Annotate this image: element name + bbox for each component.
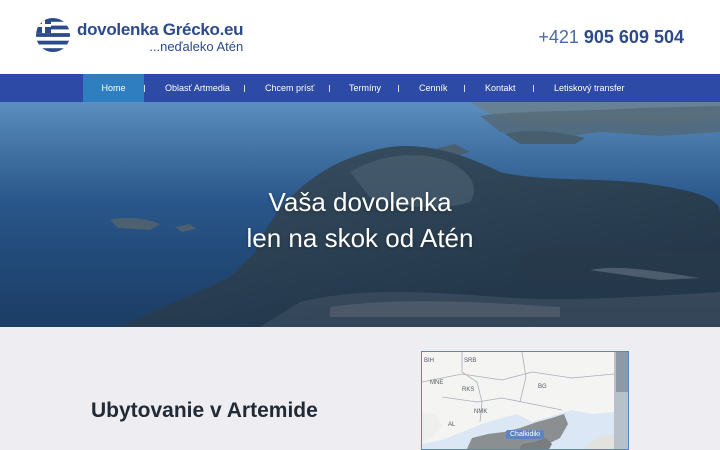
nav-item-letiskovy-transfer[interactable]: Letiskový transfer bbox=[554, 74, 625, 102]
map-region-badge: Chalkidiki bbox=[506, 430, 544, 439]
nav-item-cennik[interactable]: Cenník bbox=[419, 74, 448, 102]
map-label: MNE bbox=[430, 380, 444, 386]
nav-item-chcem-prist[interactable]: Chcem prísť bbox=[265, 74, 314, 102]
phone-number: 905 609 504 bbox=[583, 27, 684, 47]
section-title: Ubytovanie v Artemide bbox=[91, 399, 318, 422]
logo-tagline: ...neďaleko Atén bbox=[149, 39, 244, 54]
nav-item-oblast-artmedia[interactable]: Oblasť Artmedia bbox=[165, 74, 230, 102]
nav-separator bbox=[144, 85, 145, 92]
hero-heading-line2: len na skok od Atén bbox=[246, 223, 474, 253]
map-label: BIH bbox=[424, 358, 435, 364]
nav-item-home[interactable]: Home bbox=[83, 74, 144, 102]
map-label: SRB bbox=[464, 358, 477, 364]
phone-link[interactable]: +421 905 609 504 bbox=[538, 27, 684, 48]
nav-separator bbox=[464, 85, 465, 92]
nav-item-kontakt[interactable]: Kontakt bbox=[485, 74, 516, 102]
hero-banner: Vaša dovolenka len na skok od Atén bbox=[0, 102, 720, 327]
greek-flag-icon bbox=[36, 18, 70, 52]
logo-title: dovolenka Grécko.eu bbox=[77, 20, 244, 39]
nav-separator bbox=[329, 85, 330, 92]
site-logo[interactable]: dovolenka Grécko.eu ...neďaleko Atén bbox=[36, 18, 244, 54]
hero-heading-line1: Vaša dovolenka bbox=[268, 187, 452, 217]
region-map[interactable]: BIH SRB MNE RKS BG AL NMK Chalkidiki bbox=[421, 351, 629, 450]
hero-heading: Vaša dovolenka len na skok od Atén bbox=[0, 184, 720, 256]
main-nav: Home Oblasť Artmedia Chcem prísť Termíny… bbox=[0, 74, 720, 102]
nav-separator bbox=[533, 85, 534, 92]
phone-prefix: +421 bbox=[538, 27, 579, 47]
map-label: NMK bbox=[474, 409, 488, 415]
map-label: RKS bbox=[462, 387, 475, 393]
main-content: Ubytovanie v Artemide BIH SRB MNE RKS BG… bbox=[0, 327, 720, 450]
map-label: BG bbox=[538, 384, 547, 390]
map-label: AL bbox=[448, 422, 456, 428]
nav-separator bbox=[398, 85, 399, 92]
nav-item-terminy[interactable]: Termíny bbox=[349, 74, 381, 102]
nav-separator bbox=[244, 85, 245, 92]
site-header: dovolenka Grécko.eu ...neďaleko Atén +42… bbox=[0, 0, 720, 74]
